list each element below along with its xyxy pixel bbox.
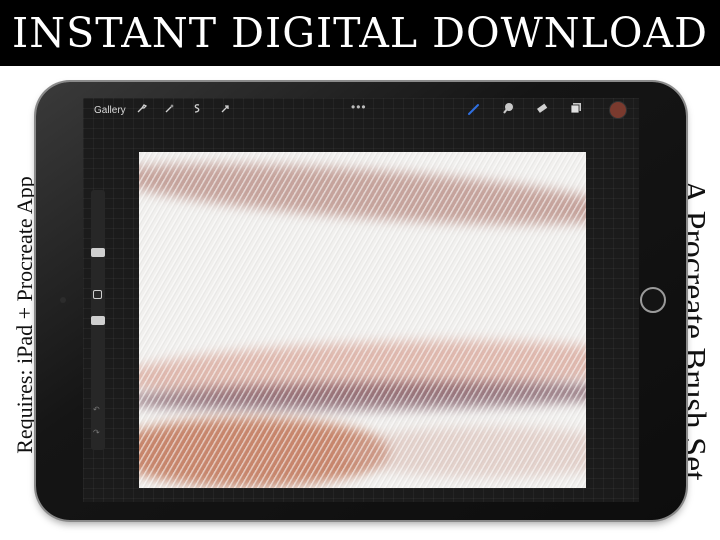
smudge-icon[interactable] [501,101,515,118]
procreate-screen: Gallery ••• ↶ ↷ [83,98,639,502]
banner-title: INSTANT DIGITAL DOWNLOAD [12,9,708,57]
top-toolbar: Gallery ••• [83,98,639,124]
brush-sidebar: ↶ ↷ [91,190,105,450]
layers-icon[interactable] [569,101,583,118]
brush-size-slider[interactable] [91,248,105,257]
ipad-device: Gallery ••• ↶ ↷ [36,82,686,520]
eraser-icon[interactable] [535,102,549,119]
undo-icon[interactable]: ↶ [93,405,100,414]
opacity-slider[interactable] [91,316,105,325]
drawing-canvas[interactable] [139,152,586,488]
more-options[interactable]: ••• [351,100,367,114]
gallery-button[interactable]: Gallery [94,105,126,116]
brush-icon[interactable] [467,102,481,119]
home-button[interactable] [640,287,666,313]
modify-button[interactable] [93,290,102,299]
camera-dot [60,297,66,303]
wrench-icon[interactable] [136,103,148,117]
redo-icon[interactable]: ↷ [93,428,100,437]
magic-wand-icon[interactable] [164,103,175,117]
color-picker-swatch[interactable] [609,101,627,119]
hair-texture-overlay [139,152,586,488]
transform-arrow-icon[interactable] [220,103,231,117]
requirements-text: Requires: iPad + Procreate App [12,176,37,454]
selection-icon[interactable] [192,103,203,117]
top-banner: INSTANT DIGITAL DOWNLOAD [0,0,720,66]
